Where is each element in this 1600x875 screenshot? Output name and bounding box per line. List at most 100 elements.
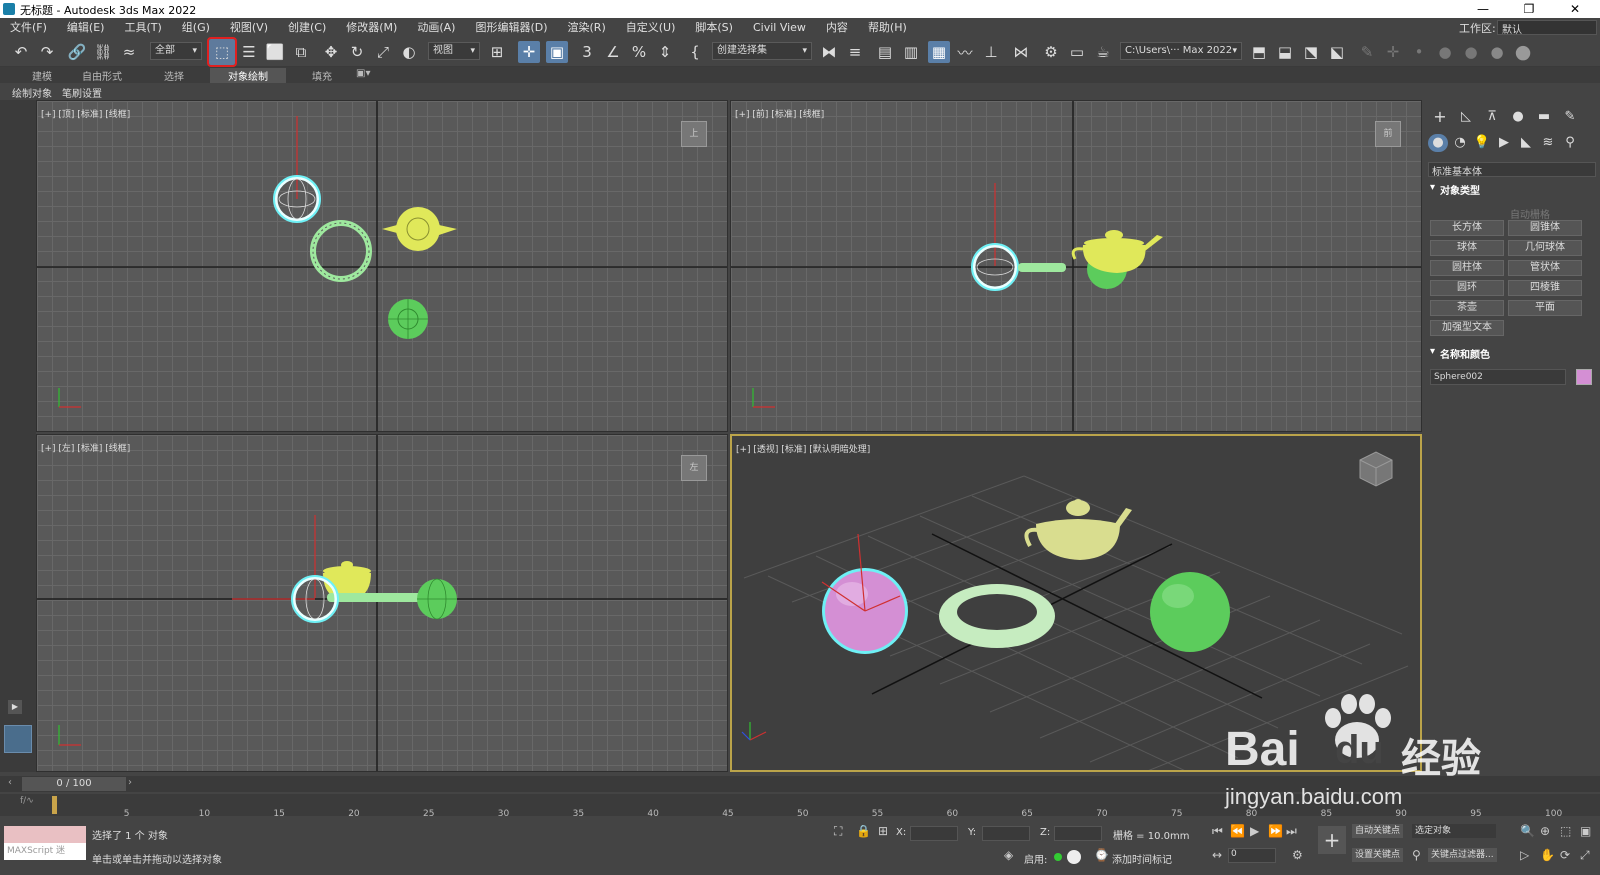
maximize-viewport-icon[interactable]: ⤢ <box>1580 848 1590 863</box>
selected-objects-dropdown[interactable]: 选定对象 <box>1412 824 1496 838</box>
maxscript-listener[interactable]: MAXScript 迷 <box>4 826 86 862</box>
object-type-rollout[interactable]: 对象类型 <box>1428 182 1596 197</box>
container-icon-2[interactable]: ⬓ <box>1274 41 1296 63</box>
teapot-wire[interactable] <box>382 207 457 251</box>
place-icon[interactable]: ◐ <box>398 41 420 63</box>
menu-graph-editors[interactable]: 图形编辑器(D) <box>465 19 557 35</box>
menu-animation[interactable]: 动画(A) <box>407 19 465 35</box>
torus-wire[interactable] <box>310 220 372 282</box>
spinner-snap-icon[interactable]: ⇕ <box>654 41 676 63</box>
zoom-extents-icon[interactable]: ⬚ <box>1560 824 1571 838</box>
zoom-icon[interactable]: 🔍 <box>1520 824 1535 838</box>
time-prev-icon[interactable]: ‹ <box>8 777 12 788</box>
close-button[interactable]: ✕ <box>1552 0 1598 18</box>
ribbon-options-icon[interactable]: ▣▾ <box>356 68 370 79</box>
curve-toggle-icon[interactable]: f/∿ <box>20 796 34 806</box>
viewport-top[interactable]: [+] [顶] [标准] [线框] 上 <box>36 100 728 432</box>
edit-named-sel-icon[interactable]: { <box>684 41 706 63</box>
render-production-icon[interactable]: ☕ <box>1092 41 1114 63</box>
key-mode-icon[interactable]: ↔ <box>1212 848 1222 862</box>
scale-icon[interactable]: ⤢ <box>372 41 394 63</box>
move-icon[interactable]: ✥ <box>320 41 342 63</box>
viewport-left[interactable]: [+] [左] [标准] [线框] 左 <box>36 434 728 772</box>
pyramid-button[interactable]: 四棱锥 <box>1508 280 1582 296</box>
cross-icon[interactable]: ✛ <box>1382 41 1404 63</box>
dot-icon[interactable]: • <box>1408 41 1430 63</box>
space-warps-icon[interactable]: ≋ <box>1538 134 1558 152</box>
select-manipulate-icon[interactable]: ✛ <box>518 41 540 63</box>
tab-selection[interactable]: 选择 <box>164 68 184 83</box>
cone-button[interactable]: 圆锥体 <box>1508 220 1582 236</box>
z-coord-field[interactable] <box>1054 826 1102 841</box>
window-crossing-icon[interactable]: ⧉ <box>290 41 312 63</box>
menu-views[interactable]: 视图(V) <box>220 19 278 35</box>
viewcube-persp[interactable] <box>1359 451 1393 487</box>
ref-coord-dropdown[interactable]: 视图 <box>428 42 480 60</box>
selection-filter-dropdown[interactable]: 全部 <box>150 42 202 60</box>
menu-customize[interactable]: 自定义(U) <box>616 19 686 35</box>
maxscript-output[interactable]: MAXScript 迷 <box>4 843 86 860</box>
torus-button[interactable]: 圆环 <box>1430 280 1504 296</box>
named-selection-dropdown[interactable]: 创建选择集 <box>712 42 812 60</box>
circle-icon-1[interactable]: ● <box>1460 41 1482 63</box>
menu-create[interactable]: 创建(C) <box>278 19 336 35</box>
play-icon[interactable]: ▶ <box>1250 824 1259 838</box>
circle-icon-3[interactable]: ● <box>1512 41 1534 63</box>
viewcube-left[interactable]: 左 <box>681 455 707 481</box>
angle-snap-icon[interactable]: ∠ <box>602 41 624 63</box>
display-tab-icon[interactable]: ▬ <box>1534 108 1554 126</box>
material-editor-icon[interactable]: ⋈ <box>1010 41 1032 63</box>
viewcube-top[interactable]: 上 <box>681 121 707 147</box>
time-slider-thumb[interactable]: 0 / 100 <box>22 777 126 791</box>
menu-civil-view[interactable]: Civil View <box>743 21 816 34</box>
isolate-icon[interactable]: ⛶ <box>834 824 842 839</box>
container-icon-4[interactable]: ⬕ <box>1326 41 1348 63</box>
set-key-button[interactable]: 设置关键点 <box>1352 848 1404 862</box>
tab-populate[interactable]: 填充 <box>312 68 332 83</box>
sphere-button[interactable]: 球体 <box>1430 240 1504 256</box>
x-coord-field[interactable] <box>910 826 958 841</box>
minimize-button[interactable]: — <box>1460 0 1506 18</box>
zoom-all-icon[interactable]: ⊕ <box>1540 824 1550 838</box>
prev-frame-icon[interactable]: ⏪ <box>1230 824 1245 838</box>
link-icon[interactable]: 🔗 <box>66 41 88 63</box>
orbit-icon[interactable]: ⟳ <box>1560 848 1570 862</box>
helpers-icon[interactable]: ◣ <box>1516 134 1536 152</box>
schematic-view-icon[interactable]: ⊥ <box>980 41 1002 63</box>
teapot-button[interactable]: 茶壶 <box>1430 300 1504 316</box>
menu-edit[interactable]: 编辑(E) <box>57 19 115 35</box>
ribbon-toggle-icon[interactable]: ▥ <box>900 41 922 63</box>
unlink-icon[interactable]: ⛓ <box>92 41 114 63</box>
viewcube-front[interactable]: 前 <box>1375 121 1401 147</box>
redo-icon[interactable]: ↷ <box>36 41 58 63</box>
key-filters-button[interactable]: 关键点过滤器... <box>1428 848 1497 862</box>
percent-snap-icon[interactable]: % <box>628 41 650 63</box>
time-tag-icon[interactable]: ⌚ <box>1094 848 1109 862</box>
primitive-category-dropdown[interactable]: 标准基本体 <box>1428 162 1596 178</box>
time-cursor[interactable] <box>52 796 57 814</box>
systems-icon[interactable]: ⚲ <box>1560 134 1580 152</box>
container-icon-3[interactable]: ⬔ <box>1300 41 1322 63</box>
object-name-field[interactable]: Sphere002 <box>1430 369 1566 385</box>
workspace-select[interactable]: 默认 <box>1497 20 1597 36</box>
time-next-icon[interactable]: › <box>128 777 132 788</box>
add-time-tag[interactable]: 添加时间标记 <box>1112 851 1172 866</box>
curve-editor-icon[interactable]: 〰 <box>954 41 976 63</box>
motion-tab-icon[interactable]: ● <box>1508 108 1528 126</box>
maximize-button[interactable]: ❐ <box>1506 0 1552 18</box>
adaptive-degradation-icon[interactable]: ◈ <box>1004 848 1013 862</box>
geometry-icon[interactable]: ● <box>1428 134 1448 152</box>
menu-file[interactable]: 文件(F) <box>0 19 57 35</box>
plane-button[interactable]: 平面 <box>1508 300 1582 316</box>
rotate-icon[interactable]: ↻ <box>346 41 368 63</box>
menu-rendering[interactable]: 渲染(R) <box>558 19 616 35</box>
textplus-button[interactable]: 加强型文本 <box>1430 320 1504 336</box>
bind-space-warp-icon[interactable]: ≈ <box>118 41 140 63</box>
layer-explorer-icon[interactable]: ▤ <box>874 41 896 63</box>
abs-mode-icon[interactable]: ⊞ <box>878 824 888 838</box>
maxscript-input[interactable] <box>4 826 86 843</box>
rect-selection-icon[interactable]: ⬜ <box>264 41 286 63</box>
menu-group[interactable]: 组(G) <box>172 19 220 35</box>
viewport-front[interactable]: [+] [前] [标准] [线框] 前 <box>730 100 1422 432</box>
project-path-dropdown[interactable]: C:\Users\··· Max 2022 <box>1120 42 1242 60</box>
